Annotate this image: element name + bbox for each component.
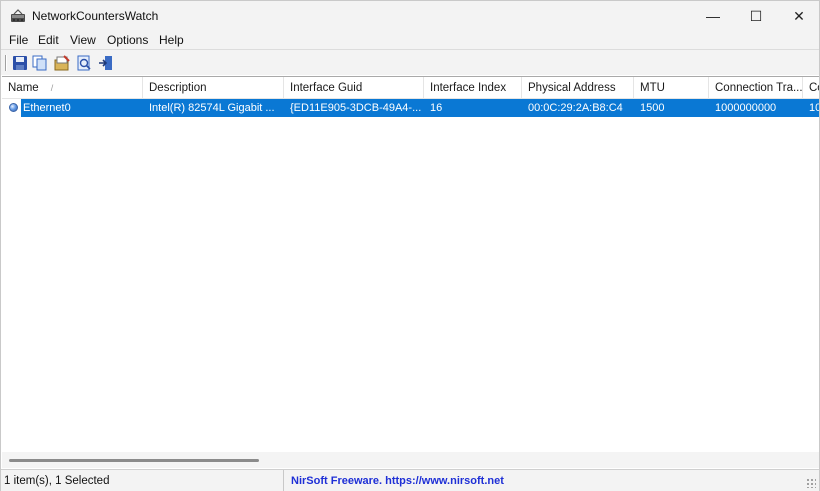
- column-header-label: Interface Guid: [290, 82, 363, 94]
- cell-connection-transmit-speed: 1000000000: [709, 99, 803, 117]
- cell-name: Ethernet0: [21, 99, 143, 117]
- minimize-icon: —: [706, 8, 720, 24]
- copy-button[interactable]: [31, 54, 49, 72]
- cell-physical-address: 00:0C:29:2A:B8:C4: [522, 99, 634, 117]
- network-app-icon: [11, 9, 25, 22]
- minimize-button[interactable]: —: [691, 1, 735, 31]
- column-header-interface-index[interactable]: Interface Index: [424, 77, 522, 99]
- title-bar[interactable]: NetworkCountersWatch — ☐ ✕: [1, 1, 819, 31]
- menu-view[interactable]: View: [70, 33, 96, 47]
- toolbar-grip[interactable]: [5, 55, 7, 71]
- exit-button[interactable]: [97, 54, 115, 72]
- properties-icon: [54, 55, 70, 71]
- status-item-count: 1 item(s), 1 Selected: [1, 470, 284, 491]
- column-header-connection-transmit-speed[interactable]: Connection Tra...: [709, 77, 803, 99]
- menu-options[interactable]: Options: [107, 33, 148, 47]
- status-bar: 1 item(s), 1 Selected NirSoft Freeware. …: [1, 469, 819, 491]
- column-header-description[interactable]: Description: [143, 77, 284, 99]
- html-report-button[interactable]: [75, 54, 93, 72]
- cell-interface-index: 16: [424, 99, 522, 117]
- column-header-label: Connection Tra...: [715, 82, 803, 94]
- window-title: NetworkCountersWatch: [32, 9, 159, 23]
- sort-ascending-icon: /: [50, 83, 54, 93]
- properties-button[interactable]: [53, 54, 71, 72]
- cell-description: Intel(R) 82574L Gigabit ...: [143, 99, 284, 117]
- menu-help[interactable]: Help: [159, 33, 184, 47]
- column-header-label: Physical Address: [528, 82, 616, 94]
- column-header-name[interactable]: Name /: [2, 77, 143, 99]
- app-window: NetworkCountersWatch — ☐ ✕ File Edit Vie…: [0, 0, 820, 491]
- column-header-mtu[interactable]: MTU: [634, 77, 709, 99]
- table-row[interactable]: Ethernet0 Intel(R) 82574L Gigabit ... {E…: [2, 99, 819, 117]
- menu-file[interactable]: File: [9, 33, 28, 47]
- menu-bar: File Edit View Options Help: [1, 31, 819, 49]
- column-header-label: Co: [809, 82, 819, 94]
- menu-edit[interactable]: Edit: [38, 33, 59, 47]
- column-header-physical-address[interactable]: Physical Address: [522, 77, 634, 99]
- scrollbar-thumb[interactable]: [9, 459, 259, 462]
- cell-truncated: 10: [803, 99, 819, 117]
- column-header-label: MTU: [640, 82, 665, 94]
- toolbar: [1, 49, 819, 75]
- list-header: Name / Description Interface Guid Interfa…: [2, 77, 819, 99]
- column-header-truncated[interactable]: Co: [803, 77, 819, 99]
- save-icon: [13, 56, 27, 70]
- save-button[interactable]: [11, 54, 29, 72]
- html-report-icon: [77, 55, 91, 71]
- resize-grip-icon[interactable]: [806, 478, 816, 488]
- network-adapter-icon: [9, 103, 18, 112]
- exit-icon: [99, 56, 112, 70]
- column-header-label: Interface Index: [430, 82, 507, 94]
- cell-interface-guid: {ED11E905-3DCB-49A4-...: [284, 99, 424, 117]
- nirsoft-link[interactable]: NirSoft Freeware. https://www.nirsoft.ne…: [291, 470, 504, 491]
- close-icon: ✕: [793, 7, 805, 24]
- close-button[interactable]: ✕: [777, 1, 820, 31]
- cell-mtu: 1500: [634, 99, 709, 117]
- adapter-list[interactable]: Name / Description Interface Guid Interfa…: [2, 76, 819, 468]
- column-header-label: Name: [8, 82, 39, 94]
- copy-icon: [32, 55, 47, 71]
- column-header-interface-guid[interactable]: Interface Guid: [284, 77, 424, 99]
- maximize-button[interactable]: ☐: [734, 1, 778, 31]
- horizontal-scrollbar[interactable]: [2, 452, 819, 468]
- column-header-label: Description: [149, 82, 207, 94]
- maximize-icon: ☐: [749, 7, 763, 24]
